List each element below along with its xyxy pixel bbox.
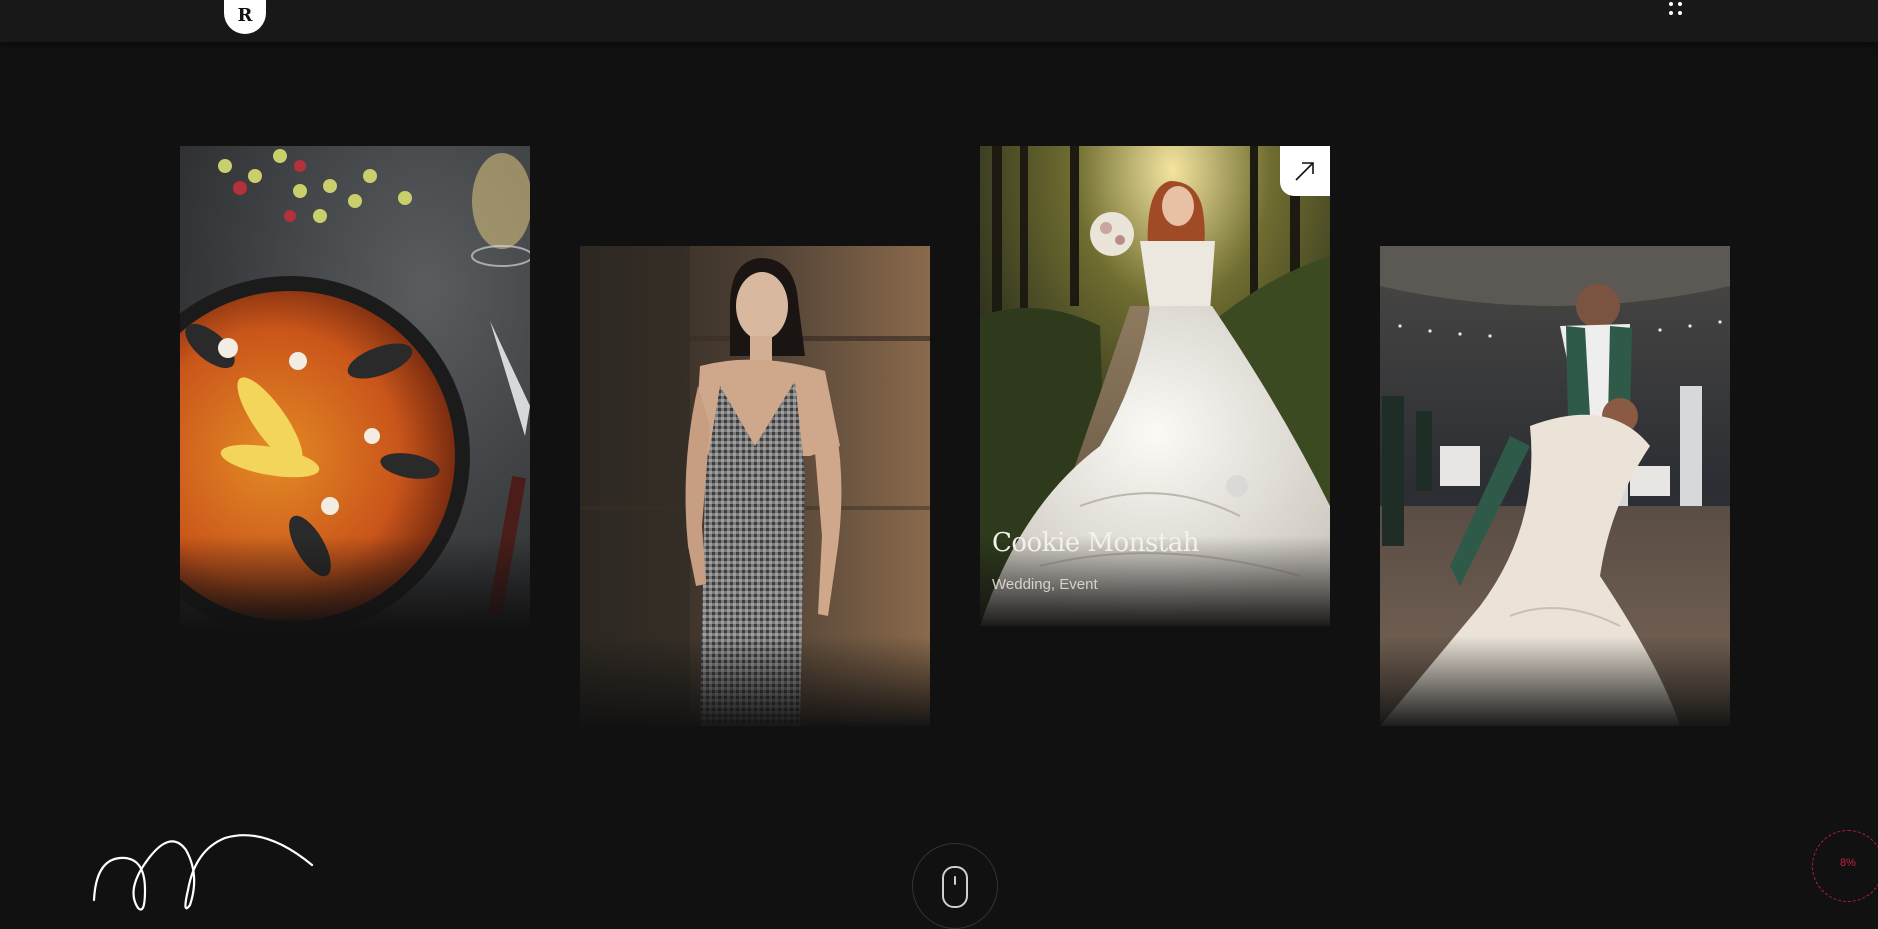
gallery-card[interactable] — [1380, 246, 1730, 726]
progress-label: 8% — [1840, 857, 1856, 869]
menu-dots-icon[interactable] — [1669, 2, 1685, 18]
open-project-button[interactable] — [1280, 146, 1330, 196]
gallery-card[interactable] — [180, 146, 530, 626]
card-tags: Wedding, Event — [992, 576, 1098, 593]
gallery-card-active[interactable]: Cookie Monstah Wedding, Event — [980, 146, 1330, 626]
arrow-up-right-icon — [1295, 162, 1314, 181]
scroll-down-button[interactable] — [912, 843, 998, 929]
image-fade — [1380, 636, 1730, 726]
mouse-scroll-icon — [942, 866, 968, 908]
cursor-follower — [1226, 475, 1248, 497]
top-bar: R — [0, 0, 1878, 42]
gallery-card[interactable] — [580, 246, 930, 726]
signature-icon — [92, 834, 314, 911]
logo[interactable]: R — [224, 0, 266, 34]
image-fade — [580, 636, 930, 726]
image-fade — [180, 536, 530, 626]
card-title[interactable]: Cookie Monstah — [992, 528, 1199, 558]
scroll-progress-indicator: 8% — [1812, 830, 1878, 902]
